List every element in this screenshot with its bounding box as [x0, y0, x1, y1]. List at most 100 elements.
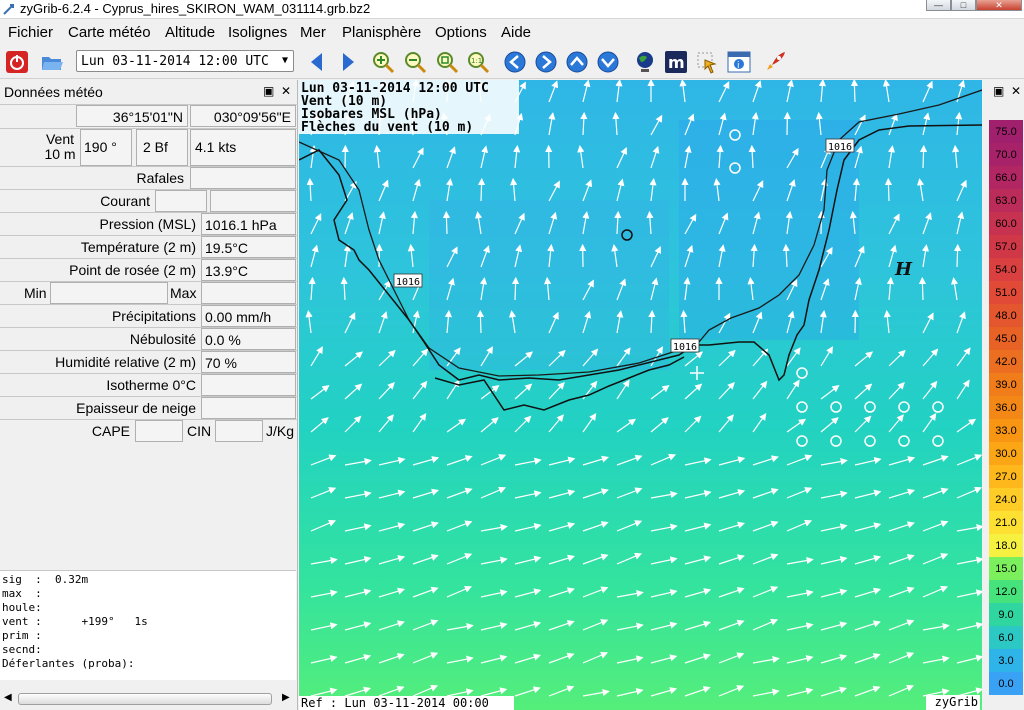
wind-arrow — [650, 114, 663, 136]
current-label: Courant — [100, 193, 150, 209]
wind-arrow — [514, 383, 533, 400]
legend-entry: 42.0 — [989, 350, 1023, 373]
wind-arrow — [752, 380, 768, 400]
legend-entry: 36.0 — [989, 396, 1023, 419]
wind-arrow — [378, 414, 394, 433]
launch-button[interactable] — [763, 50, 787, 74]
wind-arrow — [446, 585, 473, 598]
close-panel-icon[interactable]: ✕ — [281, 84, 291, 98]
panel-header: Données météo ▣ ✕ — [0, 80, 298, 102]
globe-button[interactable] — [633, 50, 657, 74]
wind-arrow — [616, 418, 637, 433]
menu-planisphere[interactable]: Planisphère — [342, 24, 421, 41]
wind-arrow — [412, 684, 439, 697]
wind-arrow — [820, 523, 848, 532]
menu-mer[interactable]: Mer — [300, 24, 326, 41]
move-right-button[interactable] — [534, 50, 558, 74]
calm-marker — [898, 401, 910, 413]
wind-arrow — [344, 212, 354, 235]
cape-label: CAPE — [91, 423, 130, 439]
zoom-out-button[interactable] — [403, 50, 427, 74]
wind-arrow — [718, 587, 745, 598]
next-date-button[interactable] — [336, 50, 360, 74]
wind-arrow — [650, 453, 677, 466]
float-panel-icon[interactable]: ▣ — [993, 84, 1004, 98]
wind-arrow — [684, 620, 712, 631]
wind-arrow — [684, 351, 704, 367]
cloud-row: Nébulosité 0.0 % — [0, 327, 298, 350]
weather-map[interactable]: 1016 1016 1016 H Lun 03-11-2014 12:00 UT… — [299, 80, 982, 710]
dewpoint-label: Point de rosée (2 m) — [69, 262, 196, 278]
wind-arrow — [412, 652, 439, 664]
legend-entry: 51.0 — [989, 281, 1023, 304]
wind-arrow — [616, 687, 644, 697]
menu-fichier[interactable]: Fichier — [8, 24, 53, 41]
wind-arrow — [854, 587, 882, 598]
wind-arrow — [344, 312, 356, 334]
quit-button[interactable] — [5, 50, 29, 74]
wind-arrow — [718, 685, 745, 697]
wind-arrow — [378, 522, 406, 532]
wind-arrow — [616, 379, 630, 400]
window-title: zyGrib-6.2.4 - Cyprus_hires_SKIRON_WAM_0… — [20, 1, 371, 16]
legend-entry: 24.0 — [989, 488, 1023, 511]
wind-arrow — [310, 417, 329, 433]
scroll-left-icon[interactable]: ◀ — [4, 692, 12, 703]
wind-arrow — [956, 556, 982, 565]
wind-arrow — [412, 380, 428, 400]
calm-marker — [830, 435, 842, 447]
app-icon — [3, 4, 14, 15]
menu-altitude[interactable]: Altitude — [165, 24, 215, 41]
wind-arrow — [309, 145, 317, 169]
wind-arrow — [684, 489, 712, 499]
wind-arrow — [612, 111, 620, 136]
wind-arrow — [305, 309, 313, 334]
precipitation-row: Précipitations 0.00 mm/h — [0, 304, 298, 327]
menu-aide[interactable]: Aide — [501, 24, 531, 41]
zoom-in-button[interactable] — [371, 50, 395, 74]
close-button[interactable]: ✕ — [976, 0, 1022, 11]
selection-tool-button[interactable] — [695, 50, 719, 74]
wind-arrow — [786, 454, 813, 466]
wind-label: Vent 10 m — [44, 131, 76, 162]
scroll-right-icon[interactable]: ▶ — [282, 692, 290, 703]
wind-arrow — [922, 112, 931, 136]
date-select[interactable]: Lun 03-11-2014 12:00 UTC ▼ — [76, 50, 294, 72]
svg-text:1016: 1016 — [828, 142, 852, 153]
wind-arrow — [650, 556, 678, 565]
move-up-button[interactable] — [565, 50, 589, 74]
calm-area — [679, 120, 859, 340]
info-button[interactable]: i — [727, 50, 751, 74]
wind-arrow — [684, 522, 712, 532]
wind-arrow — [477, 177, 486, 202]
open-file-button[interactable] — [40, 50, 64, 74]
wind-arrow — [344, 621, 372, 631]
cin-label: CIN — [187, 423, 212, 439]
wind-arrow — [650, 687, 678, 697]
wind-arrow — [820, 457, 848, 466]
minimize-button[interactable]: — — [926, 0, 951, 11]
wind-arrow — [718, 619, 745, 631]
menu-carte-meteo[interactable]: Carte météo — [68, 24, 151, 41]
prev-date-button[interactable] — [305, 50, 329, 74]
wind-arrow — [446, 455, 473, 466]
menu-options[interactable]: Options — [435, 24, 487, 41]
wind-arrow — [850, 80, 859, 103]
zoom-area-button[interactable] — [435, 50, 459, 74]
meteotable-button[interactable]: m — [664, 50, 688, 74]
zoom-fit-button[interactable]: 1:1 — [466, 50, 490, 74]
wind-arrow — [548, 414, 564, 433]
scrollbar-thumb[interactable] — [18, 693, 272, 705]
menu-isolignes[interactable]: Isolignes — [228, 24, 287, 41]
wind-arrow — [310, 589, 338, 598]
close-panel-icon[interactable]: ✕ — [1011, 84, 1021, 98]
legend-entry: 18.0 — [989, 534, 1023, 557]
wind-arrow — [650, 417, 669, 433]
move-down-button[interactable] — [596, 50, 620, 74]
horizontal-scrollbar[interactable]: ◀ ▶ — [0, 690, 296, 708]
move-left-button[interactable] — [503, 50, 527, 74]
float-panel-icon[interactable]: ▣ — [263, 84, 274, 98]
maximize-button[interactable]: □ — [951, 0, 976, 11]
wind-arrow — [882, 80, 891, 103]
panel-title: Données météo — [4, 84, 103, 100]
